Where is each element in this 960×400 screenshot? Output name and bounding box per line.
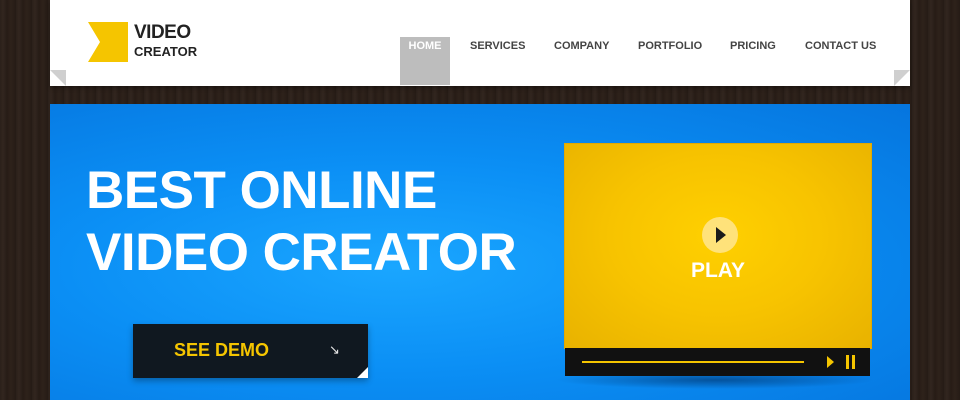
logo[interactable]: VIDEO CREATOR	[88, 22, 198, 62]
play-label[interactable]: PLAY	[565, 259, 871, 283]
header-fold-left	[50, 70, 66, 86]
hero-banner: BEST ONLINE VIDEO CREATOR SEE DEMO ↘ PLA…	[50, 104, 910, 400]
see-demo-button[interactable]: SEE DEMO ↘	[133, 324, 368, 378]
video-player[interactable]: PLAY	[564, 143, 872, 349]
hero-headline-line2: VIDEO CREATOR	[86, 223, 517, 282]
progress-bar[interactable]	[582, 361, 804, 363]
play-icon	[716, 227, 726, 243]
nav-item-contact-us[interactable]: CONTACT US	[805, 37, 876, 85]
hero-headline-line1: BEST ONLINE	[86, 161, 437, 220]
nav-item-home[interactable]: HOME	[400, 37, 450, 85]
nav-item-company[interactable]: COMPANY	[554, 37, 609, 85]
header-fold-right	[894, 70, 910, 86]
logo-mark-icon	[88, 22, 128, 62]
hero-headline: BEST ONLINE VIDEO CREATOR	[86, 160, 517, 284]
control-play-icon[interactable]	[827, 356, 834, 368]
nav-item-services[interactable]: SERVICES	[470, 37, 525, 85]
logo-text-line1: VIDEO	[134, 22, 191, 43]
control-pause-icon[interactable]	[846, 355, 856, 369]
see-demo-label: SEE DEMO	[174, 340, 270, 360]
logo-text-line2: CREATOR	[134, 44, 198, 59]
site-header: VIDEO CREATOR HOME SERVICES COMPANY PORT…	[50, 0, 910, 86]
nav-item-portfolio[interactable]: PORTFOLIO	[638, 37, 702, 85]
video-controls	[565, 348, 870, 376]
button-fold-corner	[357, 367, 368, 378]
nav-item-pricing[interactable]: PRICING	[730, 37, 776, 85]
play-button[interactable]	[702, 217, 738, 253]
arrow-down-right-icon: ↘	[329, 342, 340, 357]
